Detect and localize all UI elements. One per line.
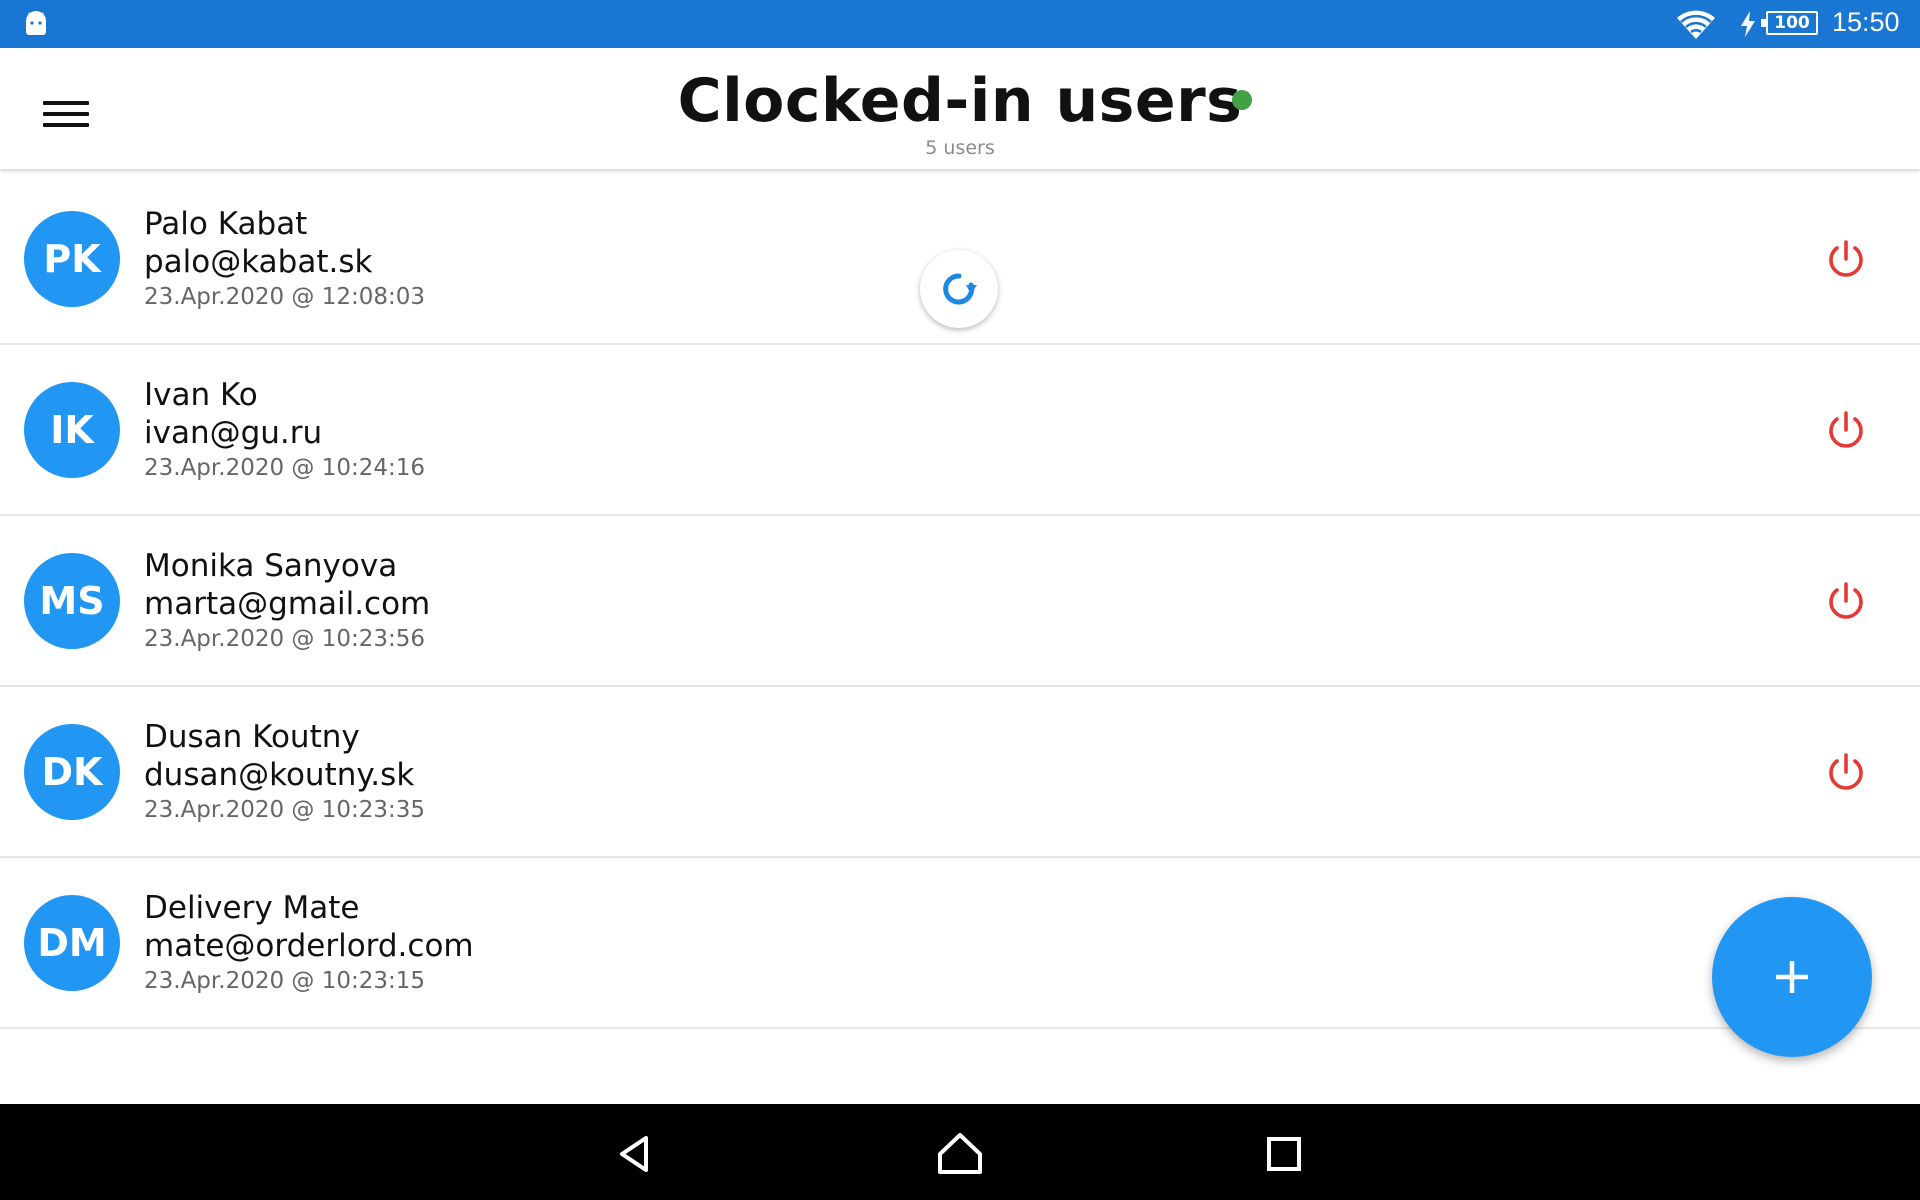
status-bar: 100 15:50 — [0, 0, 1920, 48]
clock-out-power-icon[interactable] — [1825, 410, 1867, 452]
avatar: PK — [24, 211, 120, 307]
recents-icon[interactable] — [1256, 1126, 1312, 1182]
user-name: Delivery Mate — [144, 890, 360, 926]
page-title: Clocked-in users — [677, 66, 1243, 136]
user-count: 5 users — [925, 137, 995, 159]
plus-icon — [1776, 961, 1808, 993]
user-name: Palo Kabat — [144, 206, 308, 242]
clock-in-time: 23.Apr.2020 @ 10:23:15 — [144, 968, 426, 994]
list-item[interactable]: IK Ivan Ko ivan@gu.ru 23.Apr.2020 @ 10:2… — [0, 345, 1920, 516]
user-email: dusan@koutny.sk — [144, 757, 415, 793]
user-email: ivan@gu.ru — [144, 415, 323, 451]
wifi-icon — [1677, 10, 1715, 39]
user-email: mate@orderlord.com — [144, 928, 474, 964]
clock-in-time: 23.Apr.2020 @ 12:08:03 — [144, 284, 426, 310]
clock-out-power-icon[interactable] — [1825, 239, 1867, 281]
refresh-icon — [943, 273, 977, 305]
clock-in-time: 23.Apr.2020 @ 10:23:35 — [144, 797, 426, 823]
user-name: Monika Sanyova — [144, 548, 398, 584]
list-item[interactable]: DM Delivery Mate mate@orderlord.com 23.A… — [0, 858, 1920, 1029]
user-email: marta@gmail.com — [144, 586, 431, 622]
avatar: MS — [24, 553, 120, 649]
status-clock: 15:50 — [1832, 7, 1900, 37]
back-icon[interactable] — [606, 1126, 662, 1182]
list-item[interactable]: DK Dusan Koutny dusan@koutny.sk 23.Apr.2… — [0, 687, 1920, 858]
home-icon[interactable] — [932, 1126, 988, 1182]
system-nav-bar — [0, 1104, 1920, 1200]
charging-icon — [1741, 11, 1755, 37]
user-name: Dusan Koutny — [144, 719, 360, 755]
app-bar: Clocked-in users 5 users — [0, 48, 1920, 169]
clock-out-power-icon[interactable] — [1825, 581, 1867, 623]
battery-level: 100 — [1774, 13, 1810, 33]
online-status-dot — [1232, 90, 1252, 110]
list-item[interactable]: MS Monika Sanyova marta@gmail.com 23.Apr… — [0, 516, 1920, 687]
clock-out-power-icon[interactable] — [1825, 752, 1867, 794]
add-user-button[interactable] — [1712, 897, 1872, 1057]
avatar: IK — [24, 382, 120, 478]
user-name: Ivan Ko — [144, 377, 258, 413]
android-icon — [26, 11, 46, 35]
avatar: DM — [24, 895, 120, 991]
clock-in-time: 23.Apr.2020 @ 10:23:56 — [144, 626, 426, 652]
avatar: DK — [24, 724, 120, 820]
battery-icon: 100 — [1761, 11, 1818, 35]
user-email: palo@kabat.sk — [144, 244, 373, 280]
clock-in-time: 23.Apr.2020 @ 10:24:16 — [144, 455, 426, 481]
refresh-indicator[interactable] — [920, 250, 998, 328]
